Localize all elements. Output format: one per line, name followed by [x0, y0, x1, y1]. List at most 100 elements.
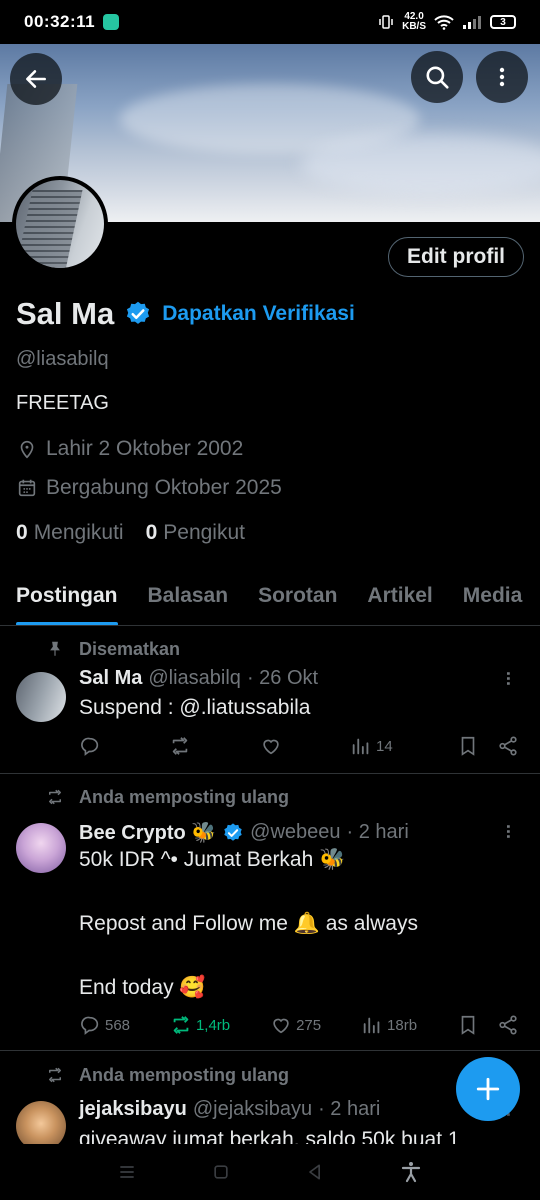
reply-icon: [81, 1016, 99, 1035]
post-author-handle: @jejaksibayu: [192, 1098, 313, 1120]
post-text: giveaway jumat berkah, saldo 50k buat 1: [79, 1128, 460, 1144]
compose-post-button[interactable]: [456, 1057, 520, 1121]
profile-tabs: Postingan Balasan Sorotan Artikel Media: [0, 566, 540, 626]
views-chart-icon: [363, 1017, 380, 1034]
following-label: Mengikuti: [33, 521, 124, 544]
post-more-icon[interactable]: ···: [497, 671, 518, 686]
profile-name-row: Sal Ma Dapatkan Verifikasi: [16, 296, 355, 332]
heart-icon: [273, 1018, 289, 1034]
post-avatar[interactable]: [16, 823, 66, 873]
repost-count: 1,4rb: [195, 1016, 231, 1034]
repost-button[interactable]: [169, 735, 195, 757]
following-stat[interactable]: 0 Mengikuti: [16, 521, 124, 545]
heart-icon: [262, 739, 279, 755]
followers-count: 0: [145, 521, 158, 544]
reply-button[interactable]: 568: [79, 1014, 130, 1036]
views-chart-icon: [352, 738, 369, 755]
repost-icon: [173, 1016, 189, 1034]
edit-profile-button[interactable]: Edit profil: [388, 237, 524, 277]
search-icon: [426, 66, 449, 89]
back-triangle-icon[interactable]: [305, 1162, 325, 1182]
post-time: · 2 hari: [346, 821, 409, 843]
post-actions: 568 1,4rb 275 18rb: [79, 1014, 519, 1036]
post-avatar[interactable]: [16, 672, 66, 722]
birthday-text: Lahir 2 Oktober 2002: [46, 437, 244, 460]
share-icon[interactable]: [497, 735, 519, 757]
more-vertical-icon: [499, 67, 505, 87]
birthday-row: Lahir 2 Oktober 2002: [16, 437, 243, 461]
post-text: 50k IDR ^• Jumat Berkah 🐝 Repost and Fol…: [79, 848, 418, 999]
battery-icon: 3: [490, 15, 516, 29]
back-button[interactable]: [10, 53, 62, 105]
tab-artikel[interactable]: Artikel: [367, 566, 432, 625]
calendar-icon: [18, 479, 36, 497]
accessibility-icon[interactable]: [399, 1160, 423, 1184]
plus-icon: [476, 1077, 500, 1101]
post-item[interactable]: Disematkan Sal Ma @liasabilq · 26 Okt ··…: [0, 627, 540, 774]
search-button[interactable]: [411, 51, 463, 103]
post-more-icon[interactable]: ···: [497, 824, 518, 839]
views-button[interactable]: 18rb: [361, 1014, 417, 1036]
post-author-name[interactable]: jejaksibayu: [79, 1098, 187, 1121]
follow-stats: 0 Mengikuti 0 Pengikut: [16, 521, 245, 545]
net-speed-unit: KB/S: [402, 21, 426, 32]
post-header: Bee Crypto 🐝 @webeeu · 2 hari: [79, 820, 409, 845]
post-author-handle: @liasabilq: [148, 667, 241, 689]
repost-context-icon: [49, 1067, 61, 1083]
more-options-button[interactable]: [476, 51, 528, 103]
wifi-icon: [434, 15, 454, 30]
post-avatar[interactable]: [16, 1101, 66, 1144]
tab-postingan[interactable]: Postingan: [16, 566, 118, 625]
reply-button[interactable]: [79, 735, 105, 757]
joined-text: Bergabung Oktober 2025: [46, 476, 282, 499]
notification-icon: [103, 14, 120, 30]
profile-name: Sal Ma: [16, 296, 115, 331]
home-icon[interactable]: [211, 1162, 231, 1182]
post-author-handle: @webeeu: [250, 821, 341, 843]
post-text: Suspend : @.liatussabila: [79, 696, 311, 719]
post-header: jejaksibayu @jejaksibayu · 2 hari: [79, 1098, 380, 1121]
post-header: Sal Ma @liasabilq · 26 Okt: [79, 667, 318, 690]
get-verified-link[interactable]: Dapatkan Verifikasi: [162, 302, 355, 326]
vibrate-icon: [379, 15, 393, 29]
post-context: Disematkan: [79, 639, 181, 659]
banner-cloud: [300, 134, 540, 194]
bookmark-icon[interactable]: [457, 735, 479, 757]
like-button[interactable]: [260, 735, 286, 757]
status-right: 42.0 KB/S 3: [378, 12, 516, 32]
followers-label: Pengikut: [163, 521, 245, 544]
repost-button[interactable]: 1,4rb: [170, 1014, 230, 1036]
verified-badge-icon[interactable]: [124, 300, 152, 328]
post-context: Anda memposting ulang: [79, 1065, 290, 1085]
repost-context-icon: [49, 789, 61, 805]
back-arrow-icon: [26, 70, 46, 88]
share-icon[interactable]: [497, 1014, 519, 1036]
like-button[interactable]: 275: [270, 1014, 321, 1036]
post-extra-actions: [457, 735, 519, 757]
repost-icon: [173, 737, 188, 755]
tab-balasan[interactable]: Balasan: [148, 566, 229, 625]
post-author-name[interactable]: Sal Ma: [79, 667, 142, 690]
joined-row: Bergabung Oktober 2025: [16, 476, 282, 500]
tab-sorotan[interactable]: Sorotan: [258, 566, 337, 625]
tab-media[interactable]: Media: [463, 566, 523, 625]
system-nav-bar: [0, 1144, 540, 1200]
bookmark-icon[interactable]: [457, 1014, 479, 1036]
reply-icon: [81, 737, 99, 756]
post-author-name[interactable]: Bee Crypto 🐝: [79, 820, 216, 845]
views-count: 14: [375, 737, 393, 755]
following-count: 0: [16, 521, 28, 544]
post-time: · 26 Okt: [246, 667, 319, 689]
post-context: Anda memposting ulang: [79, 787, 290, 807]
like-count: 275: [296, 1016, 322, 1034]
status-bar: 00:32:11 42.0 KB/S 3: [0, 0, 540, 44]
profile-avatar[interactable]: [12, 176, 108, 272]
post-extra-actions: [457, 1014, 519, 1036]
pin-icon: [50, 641, 60, 656]
followers-stat[interactable]: 0 Pengikut: [146, 521, 245, 545]
menu-icon[interactable]: [117, 1162, 137, 1182]
views-button[interactable]: 14: [350, 735, 393, 757]
post-item[interactable]: Anda memposting ulang Bee Crypto 🐝 @webe…: [0, 774, 540, 1051]
status-time: 00:32:11: [24, 12, 96, 31]
profile-bio: FREETAG: [16, 392, 109, 414]
